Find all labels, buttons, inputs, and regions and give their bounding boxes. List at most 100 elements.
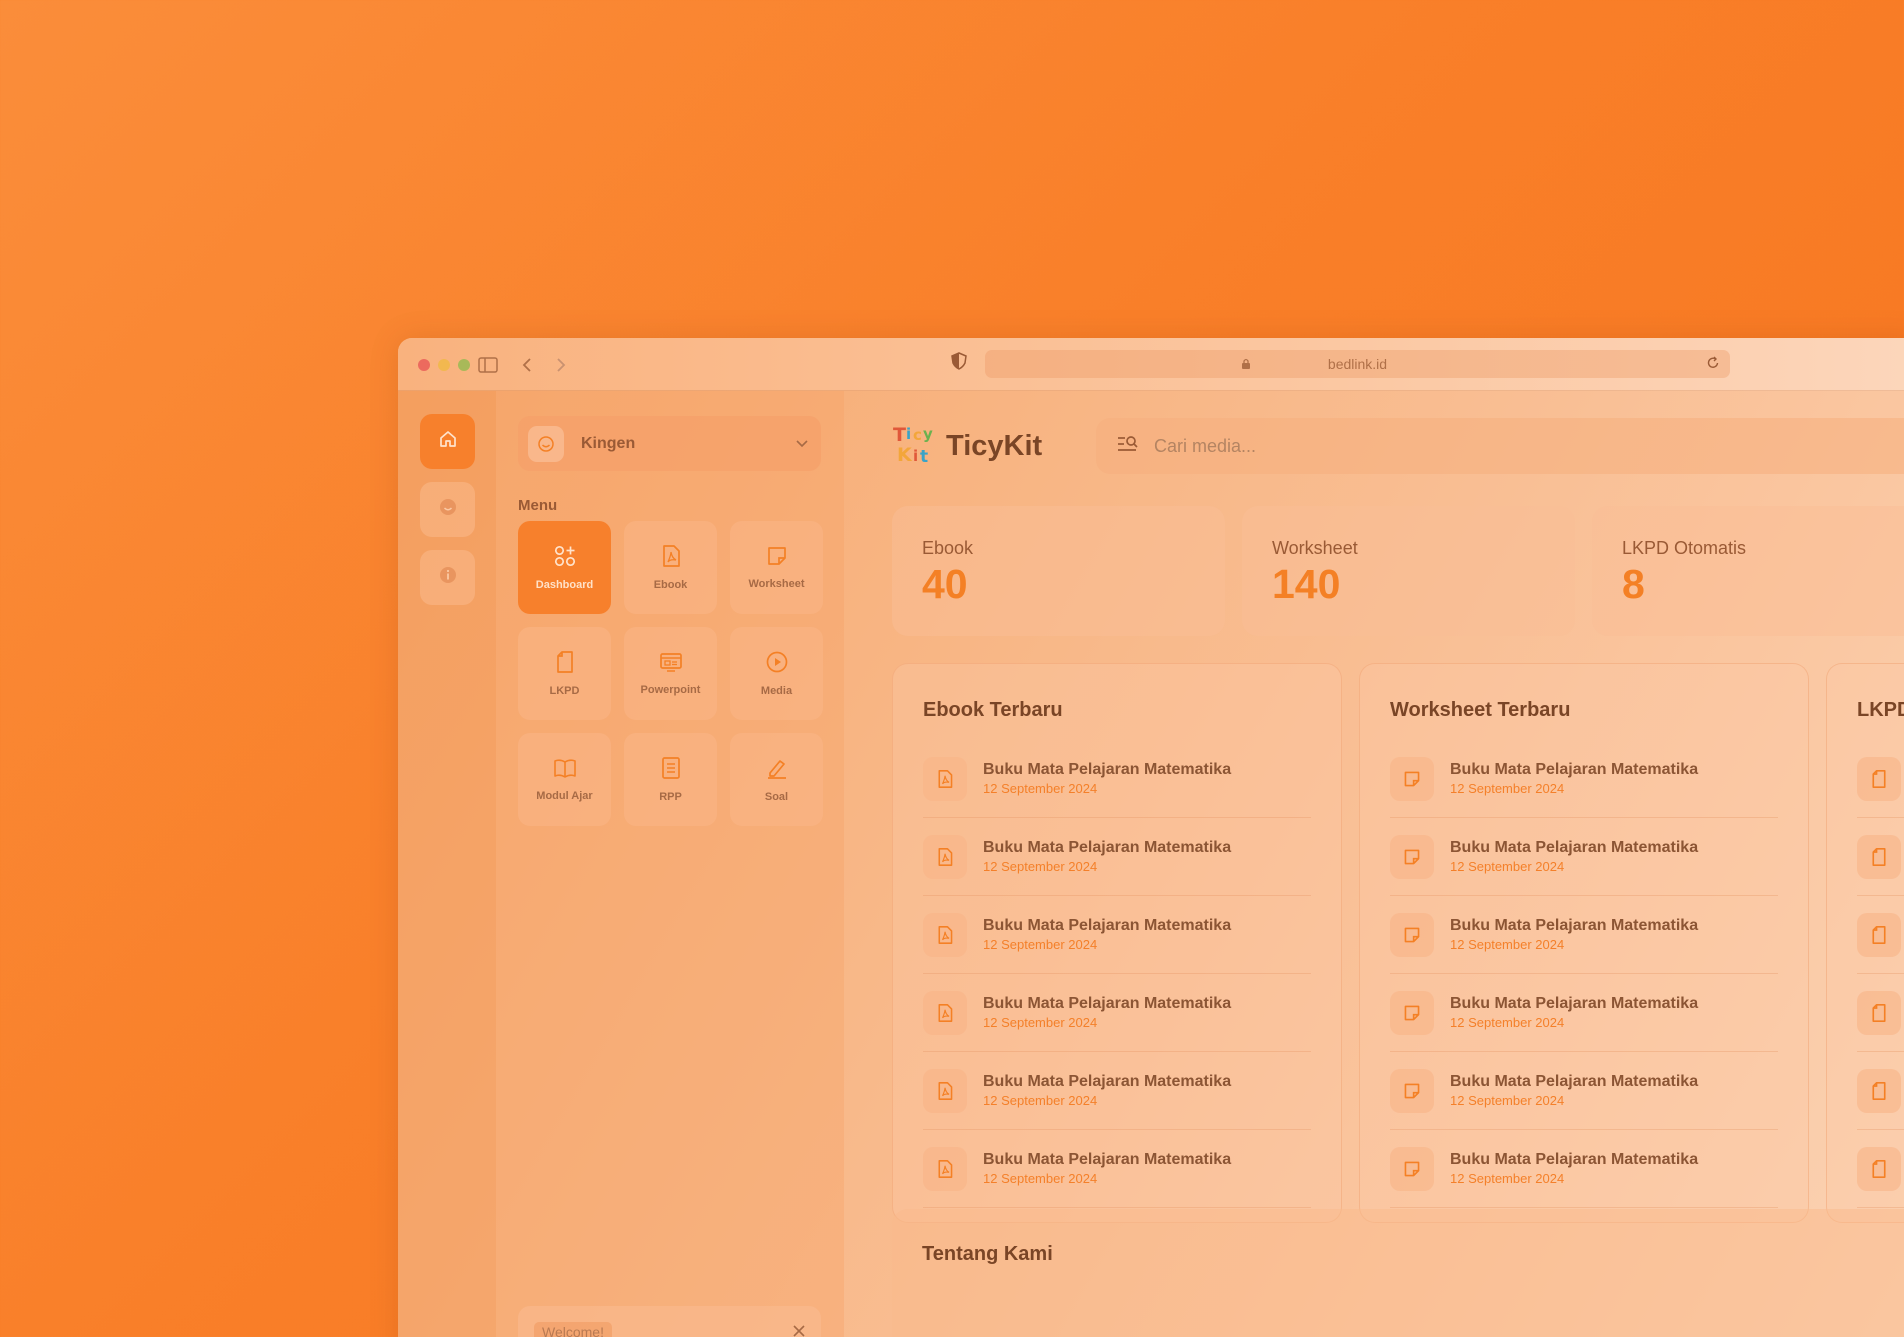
lock-icon xyxy=(1241,357,1251,373)
list xyxy=(1857,740,1904,1208)
panel-title: LKPD xyxy=(1857,699,1904,721)
item-title: Buku Mata Pelajaran Matematika xyxy=(983,995,1232,1012)
list-item[interactable] xyxy=(1857,896,1904,974)
about-section: Tentang Kami xyxy=(892,1209,1904,1337)
stat-label: LKPD Otomatis xyxy=(1622,538,1747,558)
item-date: 12 September 2024 xyxy=(1450,781,1565,796)
info-icon xyxy=(438,565,458,590)
item-title: Buku Mata Pelajaran Matematika xyxy=(983,1151,1232,1168)
brand[interactable]: T i c y K i t TicyKit xyxy=(892,421,1042,472)
close-icon[interactable] xyxy=(793,1324,805,1337)
menu-item-label: Ebook xyxy=(653,579,688,591)
about-title: Tentang Kami xyxy=(922,1243,1053,1265)
icon-rail xyxy=(398,391,496,1337)
list-item[interactable] xyxy=(1857,974,1904,1052)
list-item[interactable]: Buku Mata Pelajaran Matematika 12 Septemb… xyxy=(1390,818,1778,896)
home-icon xyxy=(438,429,458,454)
rail-info-button[interactable] xyxy=(420,550,475,605)
list-item[interactable] xyxy=(1857,818,1904,896)
search-icon xyxy=(1116,434,1140,459)
stat-card-ebook[interactable]: Ebook 40 xyxy=(892,506,1225,636)
forward-icon[interactable] xyxy=(548,352,574,378)
pdf-file-icon xyxy=(923,834,967,879)
menu-item-dashboard[interactable]: Dashboard xyxy=(518,521,611,614)
menu-item-label: Worksheet xyxy=(748,578,805,590)
list-item[interactable] xyxy=(1857,1130,1904,1208)
list-item[interactable]: Buku Mata Pelajaran Matematika 12 Septemb… xyxy=(923,896,1311,974)
sidebar-toggle-icon[interactable] xyxy=(475,352,501,378)
list-item[interactable]: Buku Mata Pelajaran Matematika 12 Septemb… xyxy=(923,818,1311,896)
dashboard-icon xyxy=(553,544,577,573)
note-icon xyxy=(1390,834,1434,879)
list-item[interactable]: Buku Mata Pelajaran Matematika 12 Septemb… xyxy=(923,974,1311,1052)
item-date: 12 September 2024 xyxy=(983,781,1098,796)
menu-item-label: LKPD xyxy=(549,685,580,697)
svg-text:T: T xyxy=(893,424,906,446)
list-item[interactable]: Buku Mata Pelajaran Matematika 12 Septemb… xyxy=(1390,1130,1778,1208)
item-title: Buku Mata Pelajaran Matematika xyxy=(983,839,1232,856)
minimize-window-button[interactable] xyxy=(438,359,450,371)
list-item[interactable]: Buku Mata Pelajaran Matematika 12 Septemb… xyxy=(1390,896,1778,974)
list-item[interactable] xyxy=(1857,740,1904,818)
item-title: Buku Mata Pelajaran Matematika xyxy=(1450,761,1699,778)
list-item[interactable]: Buku Mata Pelajaran Matematika 12 Septemb… xyxy=(1390,740,1778,818)
list-item[interactable]: Buku Mata Pelajaran Matematika 12 Septemb… xyxy=(1390,974,1778,1052)
search-input[interactable]: Cari media... xyxy=(1096,418,1904,474)
menu-item-lkpd[interactable]: LKPD xyxy=(518,627,611,720)
menu-item-rpp[interactable]: RPP xyxy=(624,733,717,826)
menu-item-label: Modul Ajar xyxy=(536,790,593,802)
close-window-button[interactable] xyxy=(418,359,430,371)
svg-text:K: K xyxy=(897,444,913,466)
menu-item-modul-ajar[interactable]: Modul Ajar xyxy=(518,733,611,826)
chevron-down-icon xyxy=(795,436,809,454)
item-title: Buku Mata Pelajaran Matematika xyxy=(983,917,1232,934)
list-item[interactable] xyxy=(1857,1052,1904,1130)
menu-item-ebook[interactable]: Ebook xyxy=(624,521,717,614)
main-content: T i c y K i t TicyKit Cari media... Eboo… xyxy=(844,391,1904,1337)
ticykit-logo: T i c y K i t xyxy=(892,421,936,472)
pdf-file-icon xyxy=(923,912,967,957)
item-date: 12 September 2024 xyxy=(983,937,1098,952)
document-icon xyxy=(1857,756,1901,801)
note-icon xyxy=(1390,990,1434,1035)
list-item[interactable]: Buku Mata Pelajaran Matematika 12 Septemb… xyxy=(923,1130,1311,1208)
welcome-card: Welcome! xyxy=(518,1306,821,1337)
stat-label: Ebook xyxy=(922,538,974,558)
note-icon xyxy=(1390,1068,1434,1113)
panel-title: Ebook Terbaru xyxy=(923,699,1063,721)
pdf-file-icon xyxy=(923,1146,967,1191)
rail-smile-button[interactable] xyxy=(420,482,475,537)
menu-item-powerpoint[interactable]: Powerpoint xyxy=(624,627,717,720)
document-icon xyxy=(1857,912,1901,957)
user-selector[interactable]: Kingen xyxy=(518,416,821,471)
item-title: Buku Mata Pelajaran Matematika xyxy=(1450,1073,1699,1090)
address-bar[interactable]: bedlink.id xyxy=(985,350,1730,378)
list: Buku Mata Pelajaran Matematika 12 Septemb… xyxy=(1390,740,1778,1208)
item-date: 12 September 2024 xyxy=(1450,1093,1565,1108)
panel-worksheet-terbaru: Worksheet Terbaru Buku Mata Pelajaran Ma… xyxy=(1359,663,1809,1223)
menu-heading: Menu xyxy=(518,497,558,514)
reload-icon[interactable] xyxy=(1706,356,1720,373)
smile-icon xyxy=(538,435,554,452)
list: Buku Mata Pelajaran Matematika 12 Septemb… xyxy=(923,740,1311,1208)
pen-icon xyxy=(765,756,789,785)
menu-item-worksheet[interactable]: Worksheet xyxy=(730,521,823,614)
menu-item-media[interactable]: Media xyxy=(730,627,823,720)
stat-card-lkpd-otomatis[interactable]: LKPD Otomatis 8 xyxy=(1592,506,1904,636)
brand-name: TicyKit xyxy=(946,430,1043,462)
shield-icon[interactable] xyxy=(951,352,967,375)
play-icon xyxy=(765,650,789,679)
browser-window: bedlink.id Kingen Menu Dashboard Ebook W… xyxy=(398,338,1904,1337)
avatar xyxy=(528,425,564,462)
maximize-window-button[interactable] xyxy=(458,359,470,371)
stat-card-worksheet[interactable]: Worksheet 140 xyxy=(1242,506,1575,636)
back-icon[interactable] xyxy=(514,352,540,378)
menu-item-label: Dashboard xyxy=(535,579,594,591)
list-item[interactable]: Buku Mata Pelajaran Matematika 12 Septemb… xyxy=(1390,1052,1778,1130)
list-document-icon xyxy=(660,756,682,785)
list-item[interactable]: Buku Mata Pelajaran Matematika 12 Septemb… xyxy=(923,740,1311,818)
rail-home-button[interactable] xyxy=(420,414,475,469)
list-item[interactable]: Buku Mata Pelajaran Matematika 12 Septemb… xyxy=(923,1052,1311,1130)
menu-item-soal[interactable]: Soal xyxy=(730,733,823,826)
svg-text:t: t xyxy=(920,447,928,467)
